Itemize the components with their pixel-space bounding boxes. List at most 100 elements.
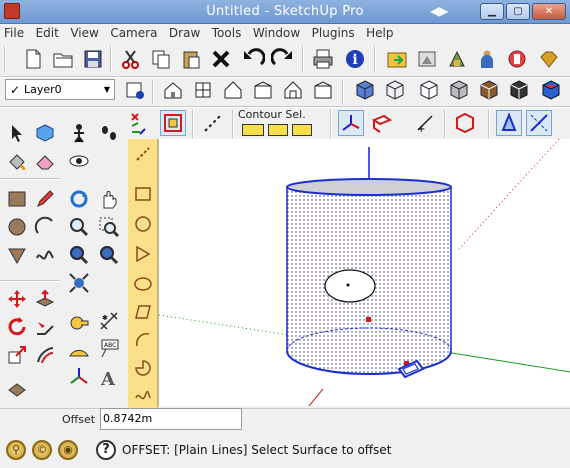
red-cube-icon[interactable]: [452, 110, 478, 136]
text-label-icon[interactable]: ABC: [96, 336, 122, 362]
user-account-icon[interactable]: ◉: [58, 440, 78, 460]
axes-palette-icon[interactable]: [66, 364, 92, 390]
3d-text-icon[interactable]: A: [96, 364, 122, 390]
walk-icon[interactable]: [66, 120, 92, 146]
inner-ellipse-face[interactable]: [324, 269, 376, 303]
triangle-icon[interactable]: [130, 241, 156, 267]
ellipse-icon[interactable]: [130, 271, 156, 297]
dimension-icon[interactable]: ✱: [96, 308, 122, 334]
line-endpoint-icon[interactable]: +: [412, 110, 438, 136]
offset-tool-icon[interactable]: [160, 110, 186, 136]
arc-icon[interactable]: [130, 327, 156, 353]
cylinder-top-face[interactable]: [286, 178, 452, 196]
scale-icon[interactable]: [4, 342, 30, 368]
follow-me-icon[interactable]: [32, 314, 58, 340]
color-cube-icon[interactable]: [538, 77, 564, 103]
house-iso-icon[interactable]: [160, 77, 186, 103]
sandbox-icon[interactable]: [4, 374, 30, 400]
component-upload-icon[interactable]: [414, 46, 440, 72]
previous-view-icon[interactable]: [66, 242, 92, 268]
freehand-icon[interactable]: [32, 242, 58, 268]
zoom-window-icon[interactable]: [96, 214, 122, 240]
protractor-icon[interactable]: [66, 336, 92, 362]
look-around-eye-icon[interactable]: [66, 148, 92, 174]
paste-icon[interactable]: [178, 46, 204, 72]
menu-help[interactable]: Help: [362, 24, 397, 42]
menu-file[interactable]: File: [0, 24, 28, 42]
make-component-icon[interactable]: [32, 120, 58, 146]
layer-dropdown[interactable]: ✓ Layer0 ▼: [5, 79, 115, 100]
eraser-icon[interactable]: [32, 148, 58, 174]
freehand-curve-icon[interactable]: [130, 381, 156, 407]
house-left-icon[interactable]: [310, 77, 336, 103]
menu-draw[interactable]: Draw: [165, 24, 204, 42]
textured-cube-icon[interactable]: [476, 77, 502, 103]
scene-canvas[interactable]: [159, 139, 570, 406]
copy-icon[interactable]: [148, 46, 174, 72]
info-icon[interactable]: i: [342, 46, 368, 72]
contour-option-3[interactable]: [292, 124, 312, 136]
xray-cube-icon[interactable]: [352, 77, 378, 103]
credits-icon[interactable]: ©: [32, 440, 52, 460]
menu-window[interactable]: Window: [249, 24, 304, 42]
pencil-icon[interactable]: [32, 186, 58, 212]
minimize-button[interactable]: ▁: [480, 3, 504, 20]
nav-arrows-icon[interactable]: ◀▶: [430, 4, 448, 18]
rotate-icon[interactable]: [4, 314, 30, 340]
house-top-icon[interactable]: [190, 77, 216, 103]
ruby-console-icon[interactable]: [536, 46, 562, 72]
hidden-line-cube-icon[interactable]: [416, 77, 442, 103]
orbit-icon[interactable]: [66, 186, 92, 212]
erase-x-icon[interactable]: [208, 46, 234, 72]
axes-tool-icon[interactable]: [338, 110, 364, 136]
dashed-line-icon[interactable]: [130, 141, 156, 167]
tape-measure-icon[interactable]: [66, 308, 92, 334]
move-icon[interactable]: [4, 286, 30, 312]
contour-option-2[interactable]: [268, 124, 288, 136]
geo-location-icon[interactable]: ⚲: [6, 440, 26, 460]
person-icon[interactable]: [474, 46, 500, 72]
menu-camera[interactable]: Camera: [106, 24, 161, 42]
redo-icon[interactable]: [270, 46, 296, 72]
house-front-icon[interactable]: [220, 77, 246, 103]
open-folder-icon[interactable]: [50, 46, 76, 72]
scissors-icon[interactable]: [118, 46, 144, 72]
chevron-down-icon[interactable]: ▼: [100, 85, 114, 94]
house-right-icon[interactable]: [250, 77, 276, 103]
select-arrow-icon[interactable]: [4, 120, 30, 146]
rectangle-icon[interactable]: [4, 186, 30, 212]
print-icon[interactable]: [310, 46, 336, 72]
menu-tools[interactable]: Tools: [208, 24, 246, 42]
diagonal-tool-icon[interactable]: [526, 110, 552, 136]
next-view-icon[interactable]: [96, 242, 122, 268]
footprints-icon[interactable]: [96, 120, 122, 146]
arc-icon[interactable]: [32, 214, 58, 240]
wireframe-cube-icon[interactable]: [382, 77, 408, 103]
extension-warehouse-icon[interactable]: [504, 46, 530, 72]
save-icon[interactable]: [80, 46, 106, 72]
maximize-button[interactable]: ▢: [506, 3, 530, 20]
undo-icon[interactable]: [240, 46, 266, 72]
circle-icon[interactable]: [4, 214, 30, 240]
triangle-tool-icon[interactable]: [496, 110, 522, 136]
zoom-icon[interactable]: [66, 214, 92, 240]
offset-palette-icon[interactable]: [32, 342, 58, 368]
pie-icon[interactable]: [130, 355, 156, 381]
dashed-line-icon[interactable]: [200, 110, 226, 136]
new-file-icon[interactable]: [20, 46, 46, 72]
folder-arrow-icon[interactable]: [384, 46, 410, 72]
monochrome-cube-icon[interactable]: [506, 77, 532, 103]
close-button[interactable]: ✕: [532, 3, 566, 20]
shaded-cube-icon[interactable]: [446, 77, 472, 103]
contour-option-1[interactable]: [242, 124, 264, 136]
section-plane-icon[interactable]: [368, 110, 394, 136]
paint-bucket-icon[interactable]: [4, 148, 30, 174]
materials-icon[interactable]: [444, 46, 470, 72]
model-viewport[interactable]: [158, 139, 570, 406]
parallelogram-icon[interactable]: [130, 299, 156, 325]
menu-edit[interactable]: Edit: [32, 24, 63, 42]
layer-manager-icon[interactable]: [122, 77, 148, 103]
rectangle-icon[interactable]: [130, 181, 156, 207]
polygon-icon[interactable]: [4, 242, 30, 268]
circle-icon[interactable]: [130, 211, 156, 237]
